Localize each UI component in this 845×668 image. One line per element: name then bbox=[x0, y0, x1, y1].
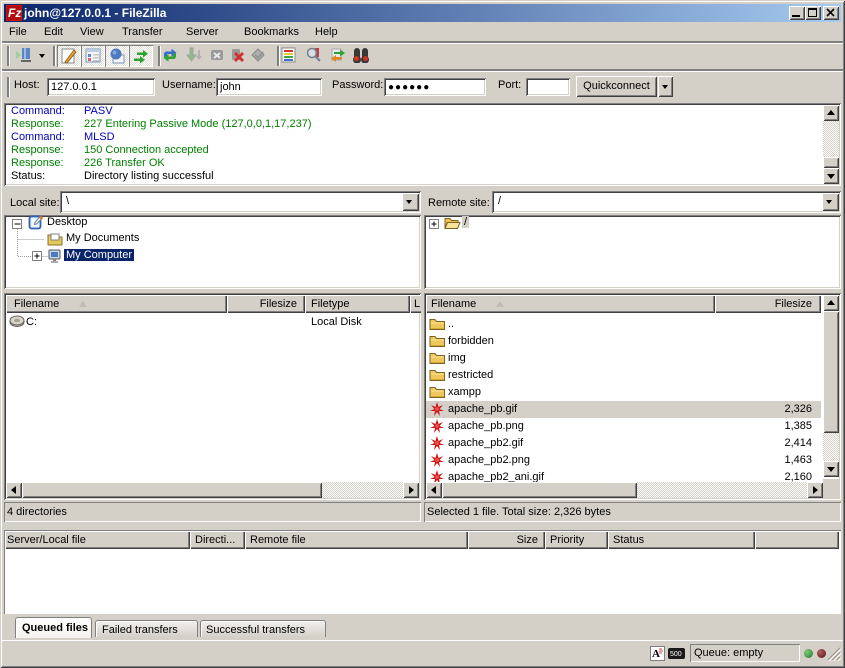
svg-text:Fz: Fz bbox=[8, 6, 21, 20]
svg-text:A: A bbox=[652, 648, 660, 660]
svg-text:500: 500 bbox=[670, 651, 682, 658]
